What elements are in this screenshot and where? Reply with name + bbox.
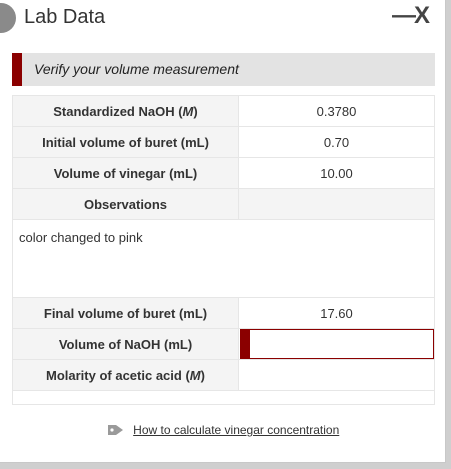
observations-text: color changed to pink [12,219,435,298]
observations-label: Observations [12,188,239,220]
row-label: Initial volume of buret (mL) [12,126,239,158]
row-value: 0.3780 [238,95,435,127]
naoh-volume-label: Volume of NaOH (mL) [12,328,239,360]
naoh-volume-row: Volume of NaOH (mL) [12,328,435,360]
table-row: Final volume of buret (mL) 17.60 [12,297,435,329]
spacer-row [12,390,435,405]
banner-text: Verify your volume measurement [34,61,239,77]
observations-row: color changed to pink [12,219,435,298]
row-label: Standardized NaOH (M) [12,95,239,127]
row-value: 0.70 [238,126,435,158]
tag-icon [107,424,123,435]
help-footer: How to calculate vinegar concentration [0,421,446,439]
minimize-button[interactable]: — [392,2,416,30]
window-title: Lab Data [24,6,106,28]
lab-data-panel: Lab Data — X Verify your volume measurem… [0,0,446,463]
table-row: Initial volume of buret (mL) 0.70 [12,126,435,158]
close-button[interactable]: X [414,2,436,30]
spacer [12,390,435,405]
naoh-volume-cell [238,328,435,360]
row-value: 10.00 [238,157,435,189]
table-row: Standardized NaOH (M) 0.3780 [12,95,435,127]
lab-data-table: Standardized NaOH (M) 0.3780 Initial vol… [12,95,435,405]
instruction-banner: Verify your volume measurement [12,53,435,86]
observations-header-row: Observations [12,188,435,220]
table-row: Volume of vinegar (mL) 10.00 [12,157,435,189]
avatar [0,3,16,33]
observations-header-empty [238,188,435,220]
title-bar: Lab Data — X [0,0,446,36]
molarity-row: Molarity of acetic acid (M) [12,359,435,391]
row-label: Volume of vinegar (mL) [12,157,239,189]
row-value: 17.60 [238,297,435,329]
row-label: Final volume of buret (mL) [12,297,239,329]
molarity-label: Molarity of acetic acid (M) [12,359,239,391]
help-link[interactable]: How to calculate vinegar concentration [133,423,339,437]
naoh-volume-input[interactable] [239,329,434,359]
molarity-value [238,359,435,391]
